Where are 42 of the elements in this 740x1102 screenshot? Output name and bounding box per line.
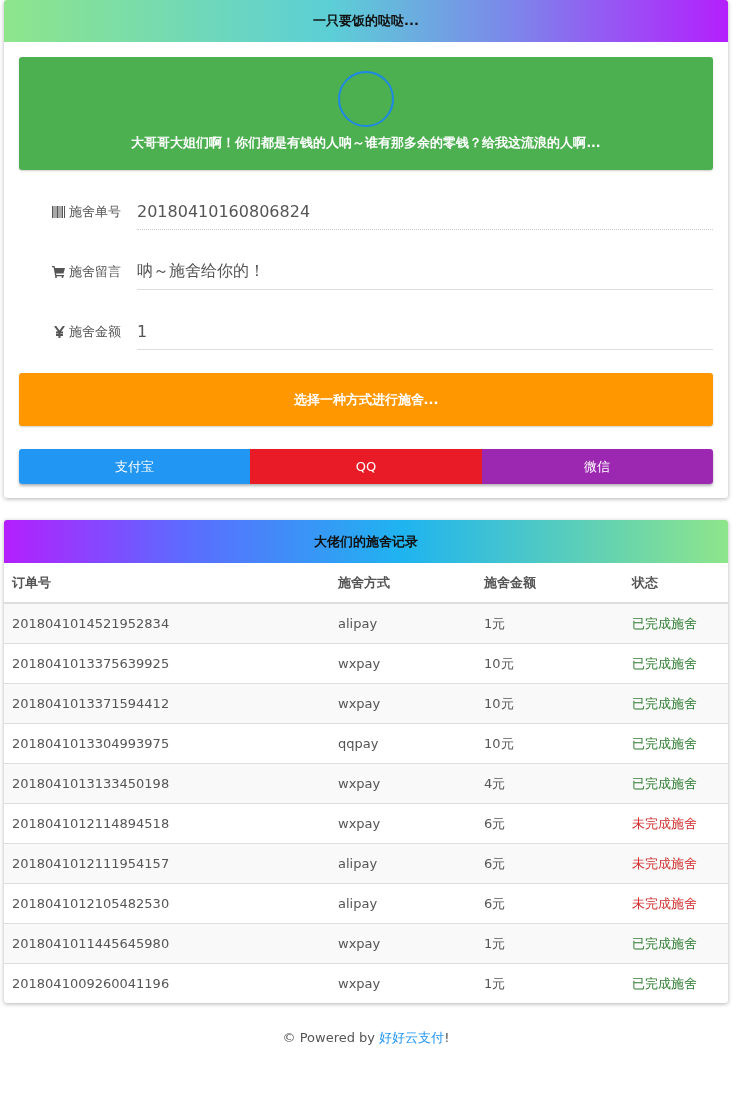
input-field[interactable]: 20180410160806824 [137, 193, 713, 230]
table-cell: 2018041012111954157 [4, 843, 330, 884]
banner-message: 大哥哥大姐们啊！你们都是有钱的人呐～谁有那多余的零钱？给我这流浪的人啊... [131, 135, 601, 152]
status-cell: 已完成施舍 [624, 763, 728, 804]
table-cell: wxpay [330, 923, 476, 964]
table-cell: 2018041009260041196 [4, 963, 330, 1003]
payment-button[interactable]: 微信 [481, 449, 713, 484]
table-cell: alipay [330, 603, 476, 644]
status-cell: 已完成施舍 [624, 603, 728, 644]
status-cell: 未完成施舍 [624, 843, 728, 884]
status-cell: 已完成施舍 [624, 963, 728, 1003]
table-cell: wxpay [330, 683, 476, 724]
table-cell: 2018041014521952834 [4, 603, 330, 644]
table-cell: 1元 [476, 603, 624, 644]
ring-icon [338, 71, 394, 127]
barcode-icon [52, 206, 65, 218]
card-header: 一只要饭的哒哒... [4, 0, 728, 42]
table-cell: 2018041011445645980 [4, 923, 330, 964]
table-cell: 1元 [476, 923, 624, 964]
yen-icon [54, 326, 65, 338]
footer-text: © Powered by 好好云支付! [281, 1029, 451, 1047]
field-label: 施舍单号 [69, 203, 121, 221]
cart-icon [52, 266, 65, 278]
card-header: 大佬们的施舍记录 [4, 520, 728, 563]
field-label: 施舍留言 [69, 263, 121, 281]
table-cell: 4元 [476, 763, 624, 804]
table-cell: 1元 [476, 963, 624, 1003]
input-field[interactable]: 呐～施舍给你的！ [137, 253, 713, 290]
table-cell: 2018041013133450198 [4, 763, 330, 804]
footer-link[interactable]: 好好云支付 [379, 1030, 445, 1045]
prompt-bar: 选择一种方式进行施舍... [19, 373, 713, 426]
table-cell: 2018041013371594412 [4, 683, 330, 724]
table-cell: wxpay [330, 763, 476, 804]
status-cell: 已完成施舍 [624, 923, 728, 964]
status-cell: 已完成施舍 [624, 683, 728, 724]
table-cell: alipay [330, 843, 476, 884]
table-cell: wxpay [330, 963, 476, 1003]
table-cell: 10元 [476, 683, 624, 724]
table-cell: 6元 [476, 843, 624, 884]
input-field[interactable]: 1 [137, 313, 713, 350]
payment-button[interactable]: QQ [250, 449, 482, 484]
field-label: 施舍金额 [69, 323, 121, 341]
